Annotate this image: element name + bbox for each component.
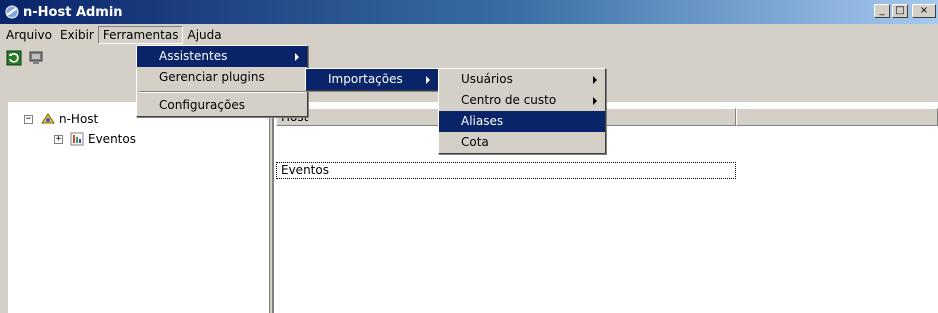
menu-ajuda[interactable]: Ajuda (183, 26, 225, 44)
menu-item-gerenciar-plugins[interactable]: Gerenciar plugins (137, 67, 307, 88)
computer-icon[interactable] (28, 50, 44, 66)
event-icon (70, 132, 84, 146)
menu-arquivo[interactable]: Arquivo (2, 26, 56, 44)
submenu-arrow-icon (426, 76, 430, 84)
menu-item-aliases[interactable]: Aliases (439, 111, 605, 132)
column-header-empty[interactable] (736, 108, 938, 126)
menu-item-assistentes[interactable]: Assistentes (137, 46, 307, 67)
menu-item-importacoes[interactable]: Importações (306, 69, 438, 90)
menu-item-usuarios[interactable]: Usuários (439, 69, 605, 90)
app-icon (5, 5, 19, 19)
refresh-icon[interactable] (6, 50, 22, 66)
tree-label-eventos: Eventos (88, 132, 136, 146)
menu-exibir[interactable]: Exibir (56, 26, 98, 44)
assistentes-submenu: Importações (305, 68, 439, 91)
submenu-arrow-icon (593, 76, 597, 84)
maximize-button[interactable]: □ (892, 4, 908, 18)
expand-box[interactable]: + (54, 134, 63, 144)
menu-ferramentas[interactable]: Ferramentas (97, 25, 184, 44)
importacoes-submenu: Usuários Centro de custo Aliases Cota (438, 68, 606, 154)
menu-item-usuarios-label: Usuários (461, 72, 513, 86)
menu-item-configuracoes[interactable]: Configurações (137, 95, 307, 116)
tree-label-n-host: n-Host (59, 112, 99, 126)
window-title: n-Host Admin (23, 4, 123, 20)
menu-item-centro-de-custo[interactable]: Centro de custo (439, 90, 605, 111)
menu-item-importacoes-label: Importações (328, 72, 403, 86)
close-button[interactable]: × (912, 4, 936, 18)
tree-node-n-host[interactable]: − n-Host (24, 111, 98, 127)
tree-pane[interactable]: − n-Host + Eventos (8, 102, 270, 313)
title-bar[interactable]: n-Host Admin _ □ × (0, 0, 938, 24)
menu-item-assistentes-label: Assistentes (159, 49, 228, 63)
menu-item-cota[interactable]: Cota (439, 132, 605, 153)
menu-item-centro-de-custo-label: Centro de custo (461, 93, 557, 107)
menu-bar: Arquivo Exibir Ferramentas Ajuda (0, 24, 938, 45)
submenu-arrow-icon (295, 53, 299, 61)
ferramentas-menu: Assistentes Gerenciar plugins Configuraç… (136, 45, 308, 117)
n-host-icon (41, 113, 55, 124)
submenu-arrow-icon (593, 97, 597, 105)
list-row[interactable]: Eventos (276, 162, 736, 179)
tree-node-eventos[interactable]: + Eventos (54, 131, 136, 147)
minimize-button[interactable]: _ (874, 4, 890, 18)
collapse-box[interactable]: − (24, 114, 33, 124)
menu-separator (137, 88, 307, 95)
